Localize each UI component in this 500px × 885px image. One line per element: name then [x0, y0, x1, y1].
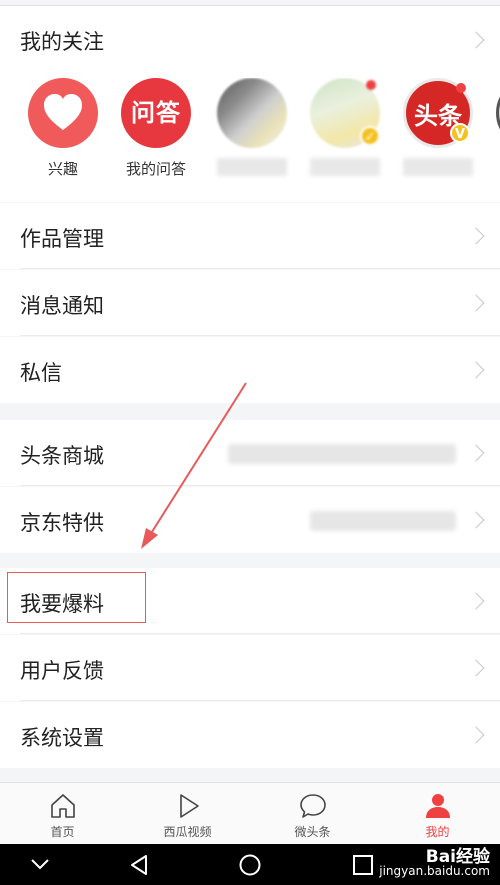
home-icon — [48, 791, 78, 821]
chevron-right-icon — [467, 227, 485, 245]
back-icon[interactable] — [128, 854, 150, 880]
avatar: ✓ — [310, 78, 380, 148]
avatar — [217, 78, 287, 148]
follow-avatar-list: 兴趣 问答 我的问答 ✓ 头条 V — [0, 78, 500, 188]
follow-item-label — [310, 158, 380, 176]
follow-item-label — [403, 158, 473, 176]
toutiao-logo: 头条 V — [403, 78, 473, 148]
baidu-jingyan-watermark: Bai经验 jingyan.baidu.com — [379, 847, 490, 879]
annotation-highlight-box — [7, 572, 146, 623]
chevron-right-icon — [467, 726, 485, 744]
watermark-brand: Bai经验 — [425, 847, 490, 867]
divider — [20, 633, 500, 634]
menu-label: 系统设置 — [20, 726, 104, 750]
unread-dot — [456, 83, 466, 93]
chat-bubble-icon — [298, 791, 328, 821]
verified-icon: ✓ — [360, 126, 380, 146]
recent-apps-icon[interactable] — [352, 854, 374, 880]
menu-works-management[interactable]: 作品管理 — [0, 203, 500, 269]
menu-label: 消息通知 — [20, 294, 104, 318]
menu-jd-special[interactable]: 京东特供 — [0, 487, 500, 553]
follow-item-label: 我的问答 — [125, 160, 186, 178]
chevron-right-icon — [467, 592, 485, 610]
follow-item-interest[interactable]: 兴趣 — [18, 78, 108, 179]
menu-system-settings[interactable]: 系统设置 — [0, 702, 500, 768]
menu-toutiao-mall[interactable]: 头条商城 — [0, 420, 500, 486]
system-nav-bar: Bai经验 jingyan.baidu.com — [0, 844, 500, 885]
person-icon — [423, 791, 453, 821]
chevron-right-icon — [467, 659, 485, 677]
menu-label: 作品管理 — [20, 227, 104, 251]
tab-xigua-video[interactable]: 西瓜视频 — [125, 783, 250, 845]
chevron-right-icon — [467, 31, 485, 49]
tab-label: 我的 — [425, 825, 450, 839]
divider — [20, 700, 500, 701]
play-icon — [173, 791, 203, 821]
follow-item-blurred-2[interactable]: ✓ — [300, 78, 390, 176]
blurred-subtitle — [310, 511, 456, 531]
tab-micro-toutiao[interactable]: 微头条 — [250, 783, 375, 845]
follow-item-label — [217, 158, 287, 176]
chevron-right-icon — [467, 444, 485, 462]
divider — [20, 335, 500, 336]
divider — [20, 268, 500, 269]
home-circle-icon[interactable] — [239, 854, 261, 880]
divider — [20, 485, 500, 486]
avatar — [496, 78, 500, 148]
blurred-subtitle — [228, 444, 456, 464]
menu-user-feedback[interactable]: 用户反馈 — [0, 635, 500, 701]
follow-item-partial[interactable] — [486, 78, 500, 148]
tab-home[interactable]: 首页 — [0, 783, 125, 845]
verified-icon: V — [450, 123, 470, 143]
follow-title: 我的关注 — [20, 30, 104, 54]
tab-label: 西瓜视频 — [163, 825, 212, 839]
menu-label: 京东特供 — [20, 511, 104, 535]
qa-logo: 问答 — [121, 78, 191, 148]
heart-icon — [28, 78, 98, 148]
chevron-right-icon — [467, 361, 485, 379]
menu-label: 用户反馈 — [20, 659, 104, 683]
bottom-tab-bar: 首页 西瓜视频 微头条 我的 — [0, 782, 500, 844]
follow-item-label: 兴趣 — [47, 160, 78, 178]
chevron-down-icon[interactable] — [30, 856, 50, 876]
menu-private-messages[interactable]: 私信 — [0, 337, 500, 403]
follow-item-blurred-1[interactable] — [207, 78, 297, 176]
chevron-right-icon — [467, 511, 485, 529]
follow-header-row[interactable]: 我的关注 — [0, 6, 500, 74]
tab-label: 首页 — [50, 825, 75, 839]
unread-dot — [366, 80, 376, 90]
follow-item-toutiao[interactable]: 头条 V — [393, 78, 483, 176]
menu-label: 私信 — [20, 361, 62, 385]
tab-label: 微头条 — [294, 825, 331, 839]
menu-notifications[interactable]: 消息通知 — [0, 270, 500, 336]
menu-label: 头条商城 — [20, 444, 104, 468]
watermark-url: jingyan.baidu.com — [379, 864, 490, 878]
tab-mine[interactable]: 我的 — [375, 783, 500, 845]
chevron-right-icon — [467, 294, 485, 312]
follow-section: 我的关注 兴趣 问答 我的问答 ✓ 头条 V — [0, 6, 500, 202]
follow-item-my-qa[interactable]: 问答 我的问答 — [111, 78, 201, 179]
